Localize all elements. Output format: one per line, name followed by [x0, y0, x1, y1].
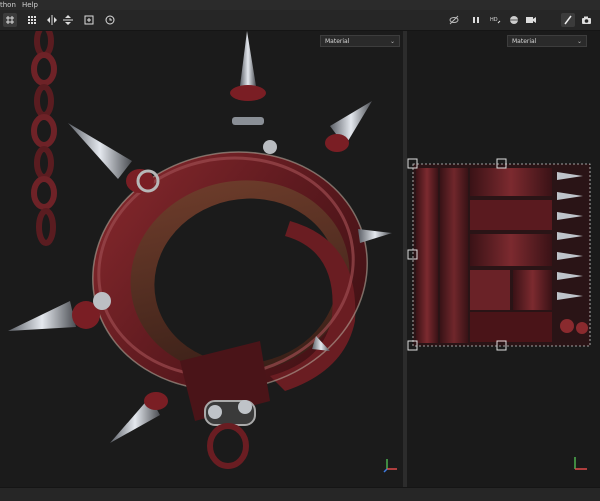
mirror-y-button[interactable]: [61, 13, 75, 27]
chain-links: [31, 24, 57, 246]
right-panel-edge: [592, 31, 600, 487]
status-bar: [0, 487, 600, 501]
grid-icon: [6, 16, 14, 24]
visibility-button[interactable]: [447, 13, 461, 27]
mirror-y-icon: [63, 15, 73, 25]
material-dropdown-2d-label: Material: [512, 38, 537, 45]
pause-icon: [473, 17, 479, 23]
clock-icon: [105, 15, 115, 25]
menu-bar: thon Help: [0, 0, 600, 10]
light-button[interactable]: [543, 13, 557, 27]
menu-help[interactable]: Help: [22, 0, 38, 10]
brush-icon: [564, 15, 572, 25]
screenshot-icon: [581, 16, 591, 24]
svg-text:HD: HD: [490, 17, 498, 23]
grid-dots-button[interactable]: [25, 13, 39, 27]
viewport-3d[interactable]: Material ⌄: [0, 24, 403, 487]
grid-dots-icon: [28, 16, 36, 24]
sphere-icon: [510, 16, 518, 24]
axis-gizmo-2d-icon: [574, 457, 587, 470]
buckle: [180, 341, 270, 469]
material-dropdown-2d[interactable]: Material ⌄: [507, 35, 587, 47]
uv-texture-map: [407, 158, 591, 351]
screenshot-button[interactable]: [579, 13, 593, 27]
shading-button[interactable]: [507, 13, 521, 27]
chevron-down-icon: ⌄: [576, 38, 582, 45]
axis-gizmo-3d-icon: [383, 459, 397, 473]
mirror-x-icon: [47, 15, 57, 25]
brush-button[interactable]: [561, 13, 575, 27]
light-icon: [549, 16, 553, 24]
quality-button[interactable]: HD: [489, 13, 503, 27]
viewport-2d[interactable]: Material ⌄: [407, 31, 600, 487]
camera-icon: [526, 17, 536, 23]
quality-icon: HD: [490, 17, 501, 24]
eye-off-icon: [449, 15, 459, 25]
chevron-down-icon: ⌄: [389, 38, 395, 45]
frame-icon: [84, 15, 94, 25]
camera-button[interactable]: [524, 13, 538, 27]
mirror-x-button[interactable]: [45, 13, 59, 27]
pause-button[interactable]: [469, 13, 483, 27]
material-dropdown-3d-label: Material: [325, 38, 350, 45]
collar-3d-model: [8, 24, 392, 469]
material-dropdown-3d[interactable]: Material ⌄: [320, 35, 400, 47]
clock-button[interactable]: [103, 13, 117, 27]
toolbar: HD: [0, 10, 600, 31]
grid-button[interactable]: [3, 13, 17, 27]
menu-python[interactable]: thon: [0, 0, 16, 10]
frame-button[interactable]: [82, 13, 96, 27]
